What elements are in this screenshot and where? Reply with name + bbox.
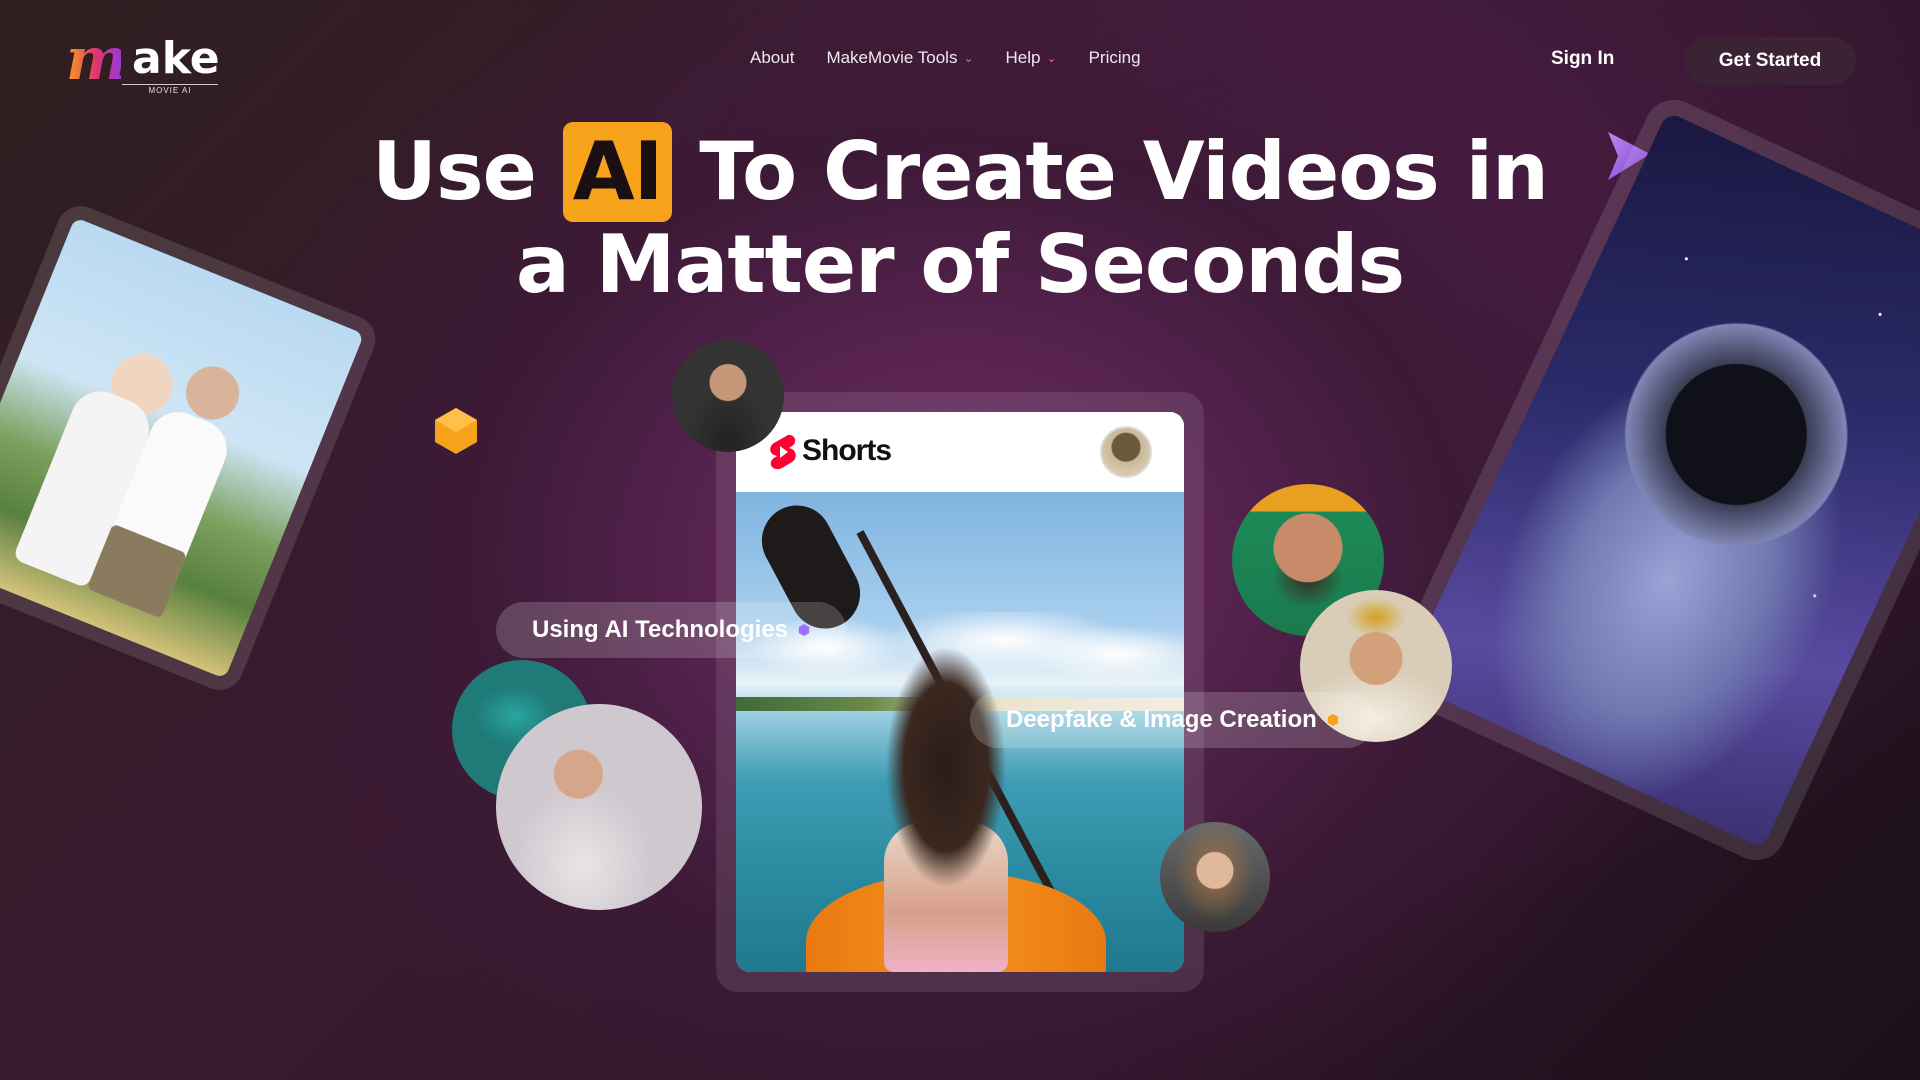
- avatar-speaker: [496, 704, 702, 910]
- brand-logo[interactable]: m ake MOVIE AI: [66, 25, 226, 95]
- sign-in-link[interactable]: Sign In: [1551, 48, 1614, 70]
- nav-item-makemovie-tools[interactable]: MakeMovie Tools ⌄: [826, 48, 973, 68]
- channel-avatar[interactable]: [1100, 426, 1152, 478]
- hexagon-dot-icon: [1327, 714, 1338, 726]
- headline-word-use: Use: [371, 125, 537, 218]
- nav-item-label: Help: [1005, 48, 1041, 67]
- youtube-shorts-icon: [770, 434, 796, 470]
- logo-mark: m: [66, 25, 127, 93]
- main-nav: About MakeMovie Tools ⌄ Help ⌄ Pricing: [750, 48, 1141, 68]
- shorts-label: Shorts: [802, 434, 892, 467]
- get-started-button[interactable]: Get Started: [1684, 37, 1856, 85]
- chevron-down-icon: ⌄: [1046, 51, 1057, 65]
- avatar-man-sunglasses: [672, 340, 784, 452]
- logo-wordmark: ake: [132, 33, 220, 84]
- avatar-woman-portrait: [1160, 822, 1270, 932]
- headline-line2: a Matter of Seconds: [515, 218, 1405, 311]
- logo-subtitle: MOVIE AI: [122, 84, 218, 95]
- nav-item-label: MakeMovie Tools: [826, 48, 958, 67]
- nav-item-label: About: [750, 48, 795, 67]
- headline-line1-rest: To Create Videos in: [699, 125, 1549, 218]
- hexagon-dot-icon: [798, 624, 810, 636]
- feature-pill-ai-technologies: Using AI Technologies: [496, 602, 847, 658]
- pill-label: Deepfake & Image Creation: [1006, 706, 1317, 733]
- nav-item-pricing[interactable]: Pricing: [1089, 48, 1141, 68]
- nav-item-about[interactable]: About: [750, 48, 794, 68]
- shorts-card-header: Shorts: [736, 412, 1184, 492]
- pill-label: Using AI Technologies: [532, 616, 789, 643]
- nav-item-help[interactable]: Help ⌄: [1006, 48, 1057, 68]
- feature-pill-deepfake: Deepfake & Image Creation: [970, 692, 1375, 748]
- hexagon-icon: [435, 408, 477, 454]
- chevron-down-icon: ⌄: [963, 51, 974, 65]
- nav-item-label: Pricing: [1088, 48, 1141, 67]
- headline-ai-highlight: AI: [562, 122, 673, 222]
